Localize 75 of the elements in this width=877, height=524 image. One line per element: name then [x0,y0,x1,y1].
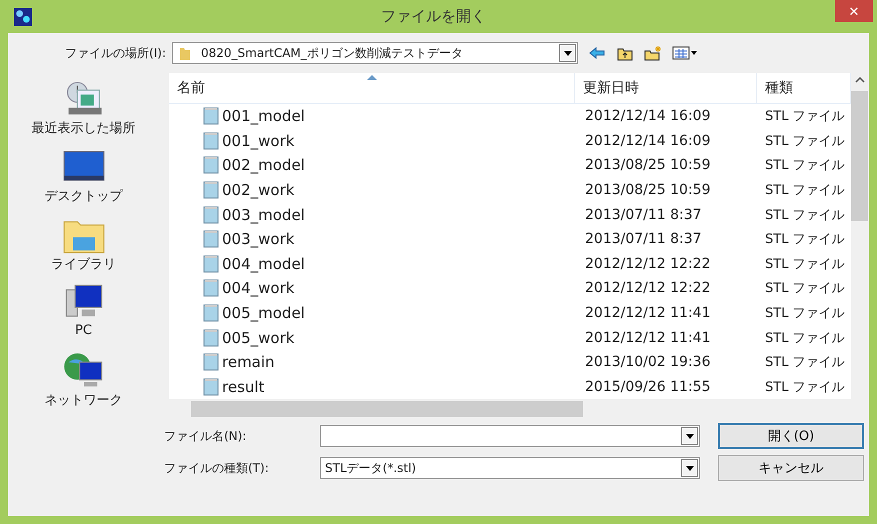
column-header[interactable]: 更新日時 [575,73,757,103]
caret-icon [686,434,694,438]
caret-icon [686,466,694,470]
caret-icon [564,50,572,56]
location-label: ファイルの場所(I): [64,44,167,62]
places-item[interactable]: デスクトップ [24,147,144,215]
file-icon [203,279,219,298]
filename-label: ファイル名(N): [163,428,248,444]
file-icon [203,353,219,372]
table-cell-text: STL ファイル [764,280,846,298]
table-cell-text: 2012/12/12 12:22 [584,280,712,296]
file-icon [203,378,219,396]
places-item[interactable]: ライブラリ [24,215,144,283]
file-name[interactable]: 001_work [222,132,294,150]
table-cell-text: 2012/12/12 12:22 [584,256,712,272]
filename-field[interactable] [320,425,700,447]
filetype-label: ファイルの種類(T): [163,460,270,476]
file-name[interactable]: 002_model [222,156,305,174]
table-cell-text: STL ファイル [764,354,846,372]
file-name[interactable]: 004_work [222,279,294,298]
cancel-button[interactable]: キャンセル [718,455,864,481]
back-arrow-icon[interactable] [588,45,606,61]
folder-icon [179,45,191,61]
file-name[interactable]: result [222,378,264,396]
file-name[interactable]: 001_model [222,107,305,126]
file-icon [203,328,219,347]
table-cell-text: 2012/12/12 11:41 [584,330,712,346]
table-cell-text: 2012/12/14 16:09 [584,108,712,124]
file-icon [203,156,219,174]
table-cell-text: 2013/07/11 8:37 [584,206,703,223]
places-item[interactable]: 最近表示した場所 [24,79,144,147]
file-name[interactable]: 004_model [222,254,305,273]
table-cell-text: 2013/08/25 10:59 [584,182,712,198]
scroll-up-icon[interactable] [855,77,865,83]
table-cell-text: 2013/07/11 8:37 [584,231,703,248]
file-icon [203,254,219,273]
file-icon [203,107,219,126]
file-icon [203,132,219,150]
table-cell-text: 2012/12/14 16:09 [584,132,712,149]
file-icon [203,206,219,224]
view-menu-icon[interactable] [672,45,698,61]
app-icon [14,8,32,26]
table-cell-text: STL ファイル [764,256,846,273]
table-cell-text: STL ファイル [764,108,846,126]
table-cell-text: 2012/12/12 11:41 [584,304,712,321]
table-cell-text: STL ファイル [764,304,846,322]
file-name[interactable]: 003_work [222,230,294,248]
table-cell-text: 2013/10/02 19:36 [584,354,712,370]
table-cell-text: STL ファイル [764,206,846,224]
table-cell-text: STL ファイル [764,182,846,199]
table-cell-text: STL ファイル [764,157,846,174]
places-item[interactable]: PC [24,283,144,351]
file-name[interactable]: 005_model [222,304,305,322]
table-cell-text: 2015/09/26 11:55 [584,378,712,395]
location-dropdown[interactable]: 0820_SmartCAM_ポリゴン数削減テストデータ [172,42,578,64]
horizontal-scrollbar[interactable] [169,399,869,419]
places-item[interactable]: ネットワーク [24,351,144,419]
filetype-dropdown[interactable]: STLデータ(*.stl) [320,457,700,479]
sort-arrow-icon [367,75,377,80]
table-cell-text: STL ファイル [764,378,846,396]
table-cell-text: 2013/08/25 10:59 [584,157,712,174]
window-title: ファイルを開く [380,7,487,26]
file-name[interactable]: 005_work [222,328,294,347]
file-name[interactable]: 002_work [222,181,294,199]
file-icon [203,181,219,199]
table-cell-text: STL ファイル [764,330,846,347]
close-button[interactable]: ✕ [835,0,873,22]
open-button[interactable]: 開く(O) [718,423,864,449]
table-cell-text: STL ファイル [764,231,846,248]
table-cell-text: STL ファイル [764,132,846,150]
file-name[interactable]: 003_model [222,206,305,224]
new-folder-icon[interactable] [644,45,662,61]
file-icon [203,304,219,322]
file-name[interactable]: remain [222,353,275,372]
file-icon [203,230,219,248]
